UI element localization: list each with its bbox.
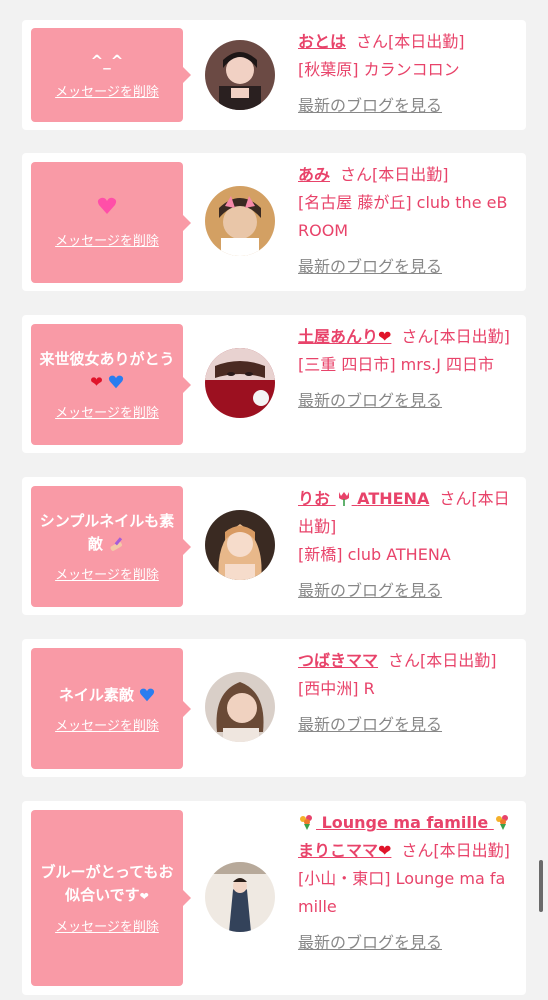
blue-heart-icon [134, 686, 155, 704]
cast-status: さん[本日出勤] [388, 651, 497, 670]
shop-name: [三重 四日市] mrs.J 四日市 [298, 355, 495, 374]
message-card: シンプルネイルも素敵 メッセージを削除 りお ATHENA さん[本日出勤] [新… [22, 477, 526, 615]
cast-status: さん[本日出勤] [356, 32, 465, 51]
latest-blog-link[interactable]: 最新のブログを見る [298, 711, 442, 739]
message-bubble: ネイル素敵 メッセージを削除 [31, 648, 191, 769]
avatar[interactable] [205, 40, 275, 110]
message-card: ^_^ メッセージを削除 おとは さん[本日出勤] [秋葉原] カランコロン 最新… [22, 20, 526, 130]
blue-heart-icon [103, 373, 124, 391]
cast-name-link[interactable]: つばきママ [298, 651, 378, 670]
shop-name: [新橋] club ATHENA [298, 545, 451, 564]
scrollbar[interactable] [539, 860, 543, 912]
cast-info: おとは さん[本日出勤] [秋葉原] カランコロン 最新のブログを見る [298, 28, 518, 120]
latest-blog-link[interactable]: 最新のブログを見る [298, 92, 442, 120]
message-bubble: ^_^ メッセージを削除 [31, 28, 191, 122]
delete-message-link[interactable]: メッセージを削除 [55, 230, 159, 249]
cast-info: 土屋あんり❤ さん[本日出勤] [三重 四日市] mrs.J 四日市 最新のブログ… [298, 323, 518, 415]
message-bubble: シンプルネイルも素敵 メッセージを削除 [31, 486, 191, 607]
nail-polish-icon [103, 535, 126, 553]
pink-heart-icon [97, 197, 117, 222]
message-text: ネイル素敵 [59, 684, 155, 707]
message-card: 来世彼女ありがとう❤ メッセージを削除 土屋あんり❤ さん[本日出勤] [三重 四… [22, 315, 526, 453]
delete-message-link[interactable]: メッセージを削除 [55, 916, 159, 935]
message-card: ブルーがとってもお似合いです❤ メッセージを削除 Lounge ma famil… [22, 801, 526, 995]
red-heart-icon: ❤ [378, 327, 392, 346]
cast-name-link[interactable]: あみ [298, 165, 330, 184]
message-text: 来世彼女ありがとう❤ [39, 350, 175, 391]
latest-blog-link[interactable]: 最新のブログを見る [298, 253, 442, 281]
cast-name-link[interactable]: 土屋あんり❤ [298, 327, 391, 346]
avatar[interactable] [205, 510, 275, 580]
red-heart-icon: ❤ [90, 373, 103, 391]
delete-message-link[interactable]: メッセージを削除 [55, 81, 159, 100]
message-text: ^_^ [90, 52, 124, 70]
latest-blog-link[interactable]: 最新のブログを見る [298, 929, 442, 957]
shop-name: [名古屋 藤が丘] club the eBROOM [298, 193, 508, 240]
flower-bouquet-icon [298, 813, 322, 832]
cast-name-link[interactable]: りお ATHENA [298, 489, 429, 508]
cast-status: さん[本日出勤] [401, 841, 510, 860]
latest-blog-link[interactable]: 最新のブログを見る [298, 577, 442, 605]
cast-status: さん[本日出勤] [401, 327, 510, 346]
cast-info: つばきママ さん[本日出勤] [西中洲] R 最新のブログを見る [298, 647, 518, 739]
shop-title-link[interactable]: Lounge ma famille [298, 813, 512, 832]
cast-info: りお ATHENA さん[本日出勤] [新橋] club ATHENA 最新のブロ… [298, 485, 518, 605]
tulip-icon [330, 489, 357, 508]
red-heart-icon: ❤ [378, 841, 392, 860]
delete-message-link[interactable]: メッセージを削除 [55, 564, 159, 583]
cast-info: あみ さん[本日出勤] [名古屋 藤が丘] club the eBROOM 最新の… [298, 161, 518, 281]
pink-heart-icon: ❤ [139, 890, 149, 903]
avatar[interactable] [205, 672, 275, 742]
avatar[interactable] [205, 348, 275, 418]
message-bubble: 来世彼女ありがとう❤ メッセージを削除 [31, 324, 191, 445]
shop-name: [秋葉原] カランコロン [298, 60, 460, 79]
cast-status: さん[本日出勤] [340, 165, 449, 184]
message-card: メッセージを削除 あみ さん[本日出勤] [名古屋 藤が丘] club the e… [22, 153, 526, 291]
shop-name: [西中洲] R [298, 679, 375, 698]
message-text: ブルーがとってもお似合いです❤ [40, 863, 174, 904]
avatar[interactable] [205, 862, 275, 932]
latest-blog-link[interactable]: 最新のブログを見る [298, 387, 442, 415]
cast-info: Lounge ma famille まりこママ❤ さん[本日出勤] [小山・東口]… [298, 809, 518, 957]
flower-bouquet-icon [488, 813, 512, 832]
delete-message-link[interactable]: メッセージを削除 [55, 402, 159, 421]
message-bubble: ブルーがとってもお似合いです❤ メッセージを削除 [31, 810, 191, 986]
cast-name-link[interactable]: おとは [298, 32, 346, 51]
cast-name-link[interactable]: まりこママ❤ [298, 841, 391, 860]
delete-message-link[interactable]: メッセージを削除 [55, 715, 159, 734]
shop-name: [小山・東口] Lounge ma famille [298, 869, 506, 916]
message-bubble: メッセージを削除 [31, 162, 191, 283]
message-card: ネイル素敵 メッセージを削除 つばきママ さん[本日出勤] [西中洲] R 最新の… [22, 639, 526, 777]
avatar[interactable] [205, 186, 275, 256]
message-text: シンプルネイルも素敵 [39, 512, 175, 553]
